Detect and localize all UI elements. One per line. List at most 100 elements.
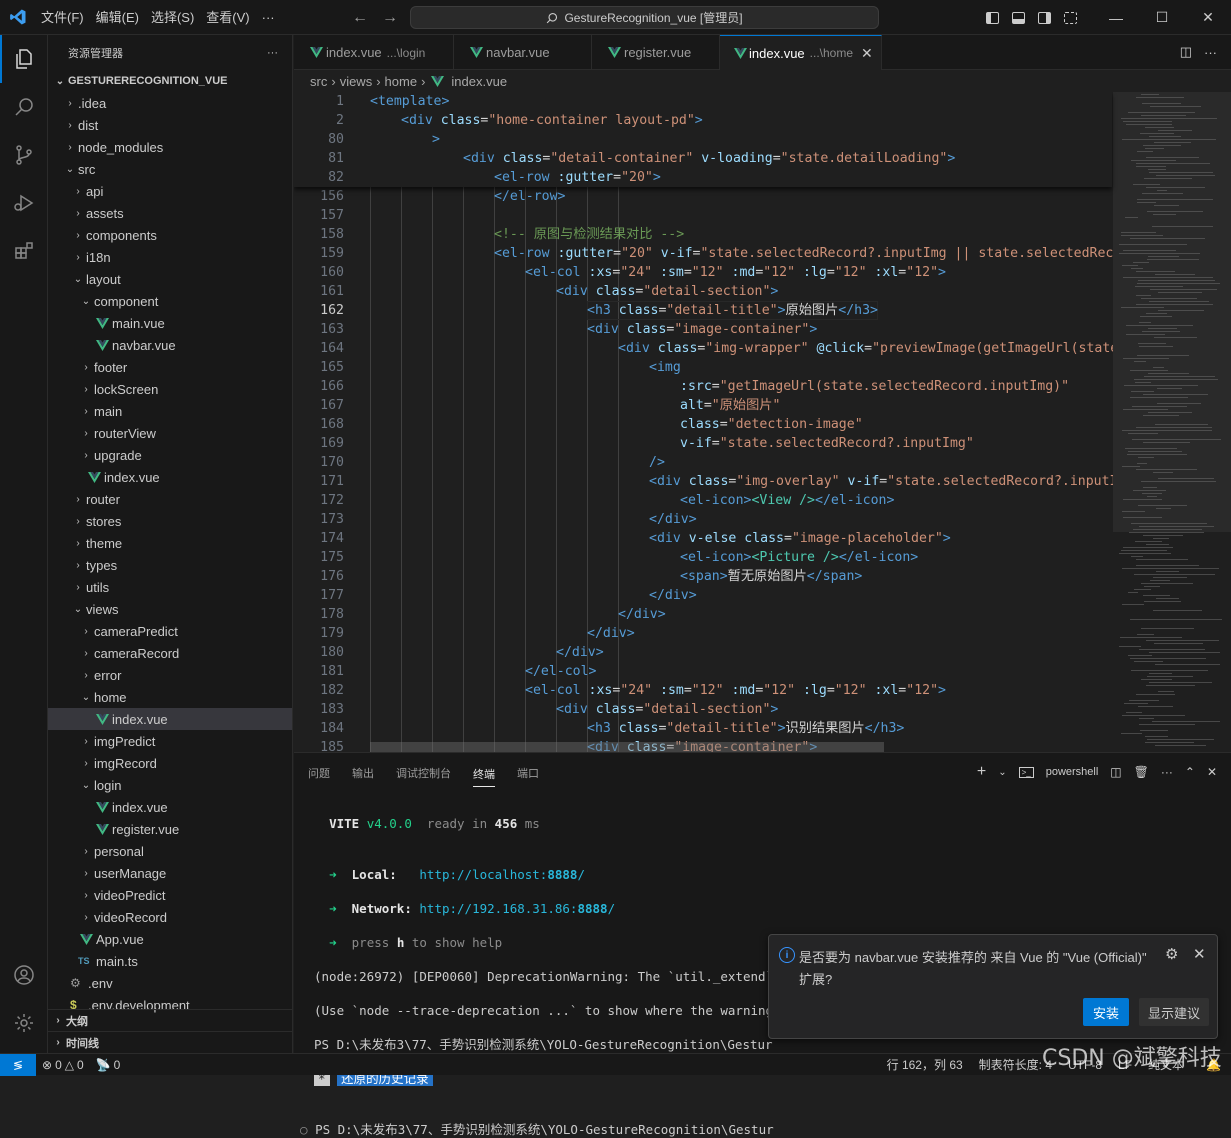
split-editor-icon[interactable]: ◫: [1180, 44, 1192, 60]
search-icon[interactable]: [0, 83, 48, 131]
panel-tab[interactable]: 输出: [352, 765, 374, 781]
code-line[interactable]: 170 />: [294, 453, 1112, 472]
tree-folder[interactable]: › assets: [48, 202, 292, 224]
tree-folder[interactable]: › components: [48, 224, 292, 246]
tree-folder[interactable]: ⌄ login: [48, 774, 292, 796]
terminal-shell-icon[interactable]: >_: [1018, 766, 1034, 778]
explorer-more-icon[interactable]: ···: [267, 47, 278, 59]
tree-folder[interactable]: › stores: [48, 510, 292, 532]
chevron-down-icon[interactable]: ⌄: [998, 767, 1006, 778]
close-panel-icon[interactable]: ✕: [1207, 765, 1217, 779]
tree-folder[interactable]: › types: [48, 554, 292, 576]
horizontal-scrollbar[interactable]: [370, 742, 884, 752]
panel-tab[interactable]: 调试控制台: [396, 765, 451, 781]
show-recommendations-button[interactable]: 显示建议: [1139, 998, 1209, 1026]
breadcrumb-src[interactable]: src: [310, 74, 327, 89]
code-line[interactable]: 167 alt="原始图片": [294, 396, 1112, 415]
timeline-section[interactable]: › 时间线: [48, 1031, 292, 1053]
tree-folder[interactable]: › personal: [48, 840, 292, 862]
code-line[interactable]: 169 v-if="state.selectedRecord?.inputImg": [294, 434, 1112, 453]
tree-file[interactable]: register.vue: [48, 818, 292, 840]
tree-folder[interactable]: ⌄ layout: [48, 268, 292, 290]
maximize-panel-icon[interactable]: ⌃: [1185, 765, 1195, 779]
code-line[interactable]: 160 <el-col :xs="24" :sm="12" :md="12" :l…: [294, 263, 1112, 282]
code-line[interactable]: 158 <!-- 原图与检测结果对比 -->: [294, 225, 1112, 244]
menu-file[interactable]: 文件(F): [35, 0, 90, 35]
tree-folder[interactable]: › imgRecord: [48, 752, 292, 774]
code-line[interactable]: 165 <img: [294, 358, 1112, 377]
tree-folder[interactable]: › videoPredict: [48, 884, 292, 906]
breadcrumb-views[interactable]: views: [340, 74, 373, 89]
source-control-icon[interactable]: [0, 131, 48, 179]
more-actions-icon[interactable]: ···: [1161, 765, 1173, 779]
code-line[interactable]: 168 class="detection-image": [294, 415, 1112, 434]
manage-gear-icon[interactable]: [0, 999, 48, 1047]
account-icon[interactable]: [0, 951, 48, 999]
toggle-secondary-sidebar-icon[interactable]: [1031, 0, 1057, 35]
tree-folder[interactable]: › upgrade: [48, 444, 292, 466]
tree-folder[interactable]: › cameraPredict: [48, 620, 292, 642]
code-line[interactable]: 161 <div class="detail-section">: [294, 282, 1112, 301]
tree-file[interactable]: App.vue: [48, 928, 292, 950]
panel-tab[interactable]: 问题: [308, 765, 330, 781]
sticky-scroll[interactable]: 1 <template> 2 <div class="home-container l…: [294, 92, 1112, 187]
tree-file[interactable]: index.vue: [48, 708, 292, 730]
tree-file[interactable]: index.vue: [48, 466, 292, 488]
tree-folder[interactable]: › router: [48, 488, 292, 510]
editor-tab[interactable]: register.vue: [592, 35, 720, 70]
forward-arrow-icon[interactable]: →: [382, 9, 398, 27]
tree-folder[interactable]: › dist: [48, 114, 292, 136]
ports-indicator[interactable]: 📡 0: [90, 1058, 127, 1072]
code-line[interactable]: 80 >: [294, 130, 1112, 149]
new-terminal-icon[interactable]: +: [977, 763, 986, 781]
tree-folder[interactable]: › userManage: [48, 862, 292, 884]
breadcrumb-file[interactable]: index.vue: [451, 74, 507, 89]
panel-tab[interactable]: 终端: [473, 766, 495, 787]
tree-folder[interactable]: › utils: [48, 576, 292, 598]
tree-folder[interactable]: › i18n: [48, 246, 292, 268]
editor-tab[interactable]: navbar.vue: [454, 35, 592, 70]
command-center-search[interactable]: GestureRecognition_vue [管理员]: [410, 6, 879, 29]
menu-view[interactable]: 查看(V): [200, 0, 255, 35]
code-line[interactable]: 174 <div v-else class="image-placeholder"…: [294, 529, 1112, 548]
tree-folder[interactable]: › node_modules: [48, 136, 292, 158]
notification-close-icon[interactable]: ✕: [1193, 945, 1206, 963]
minimap[interactable]: [1113, 92, 1231, 752]
tree-folder[interactable]: › cameraRecord: [48, 642, 292, 664]
code-line[interactable]: 184 <h3 class="detail-title">识别结果图片</h3>: [294, 719, 1112, 738]
menu-edit[interactable]: 编辑(E): [90, 0, 145, 35]
explorer-icon[interactable]: [0, 35, 48, 83]
trash-icon[interactable]: 🗑: [1134, 765, 1149, 779]
split-terminal-icon[interactable]: ◫: [1110, 765, 1121, 779]
toggle-sidebar-icon[interactable]: [979, 0, 1005, 35]
code-line[interactable]: 159 <el-row :gutter="20" v-if="state.sele…: [294, 244, 1137, 263]
code-line[interactable]: 180 </div>: [294, 643, 1112, 662]
code-line[interactable]: 175 <el-icon><Picture /></el-icon>: [294, 548, 1112, 567]
more-actions-icon[interactable]: ···: [1204, 45, 1217, 60]
code-line[interactable]: 164 <div class="img-wrapper" @click="prev…: [294, 339, 1134, 358]
tree-folder[interactable]: › routerView: [48, 422, 292, 444]
tree-folder[interactable]: › error: [48, 664, 292, 686]
code-line[interactable]: 172 <el-icon><View /></el-icon>: [294, 491, 1112, 510]
code-line[interactable]: 157: [294, 206, 1112, 225]
code-line[interactable]: 182 <el-col :xs="24" :sm="12" :md="12" :l…: [294, 681, 1112, 700]
code-line[interactable]: 173 </div>: [294, 510, 1112, 529]
menu-more[interactable]: ···: [256, 0, 281, 35]
tree-folder[interactable]: › videoRecord: [48, 906, 292, 928]
extensions-icon[interactable]: [0, 227, 48, 275]
tree-folder[interactable]: ⌄ component: [48, 290, 292, 312]
workspace-root[interactable]: ⌄ GESTURERECOGNITION_VUE: [48, 70, 292, 92]
tree-file[interactable]: index.vue: [48, 796, 292, 818]
shell-name[interactable]: powershell: [1046, 766, 1099, 778]
network-url[interactable]: http://192.168.31.86:8888/: [419, 901, 615, 916]
breadcrumb-home[interactable]: home: [385, 74, 418, 89]
code-line[interactable]: 163 <div class="image-container">: [294, 320, 1112, 339]
tree-file[interactable]: navbar.vue: [48, 334, 292, 356]
tree-folder[interactable]: › imgPredict: [48, 730, 292, 752]
panel-tab[interactable]: 端口: [517, 765, 539, 781]
code-line[interactable]: 177 </div>: [294, 586, 1112, 605]
tree-file[interactable]: main.vue: [48, 312, 292, 334]
customize-layout-icon[interactable]: [1057, 0, 1083, 35]
editor-tab[interactable]: index.vue ...\login: [294, 35, 454, 70]
toggle-panel-icon[interactable]: [1005, 0, 1031, 35]
